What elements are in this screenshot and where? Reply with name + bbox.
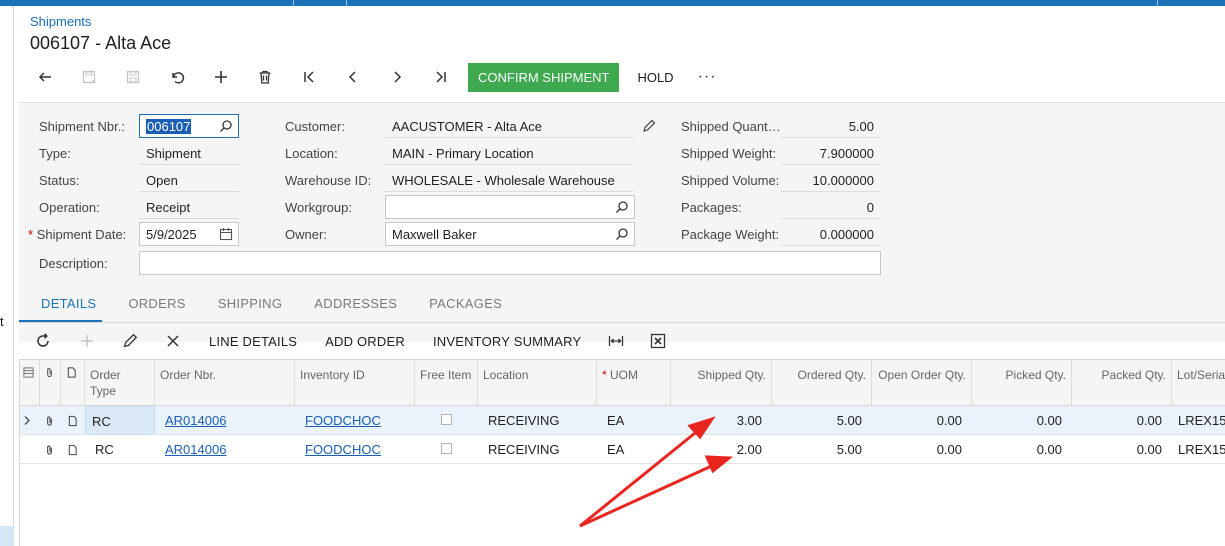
annotation-arrow-group bbox=[579, 416, 734, 528]
annotation-arrowhead bbox=[704, 455, 734, 474]
annotation-arrow-line bbox=[579, 462, 717, 528]
annotation-arrows bbox=[579, 416, 734, 528]
annotation-arrow-line bbox=[579, 427, 701, 528]
